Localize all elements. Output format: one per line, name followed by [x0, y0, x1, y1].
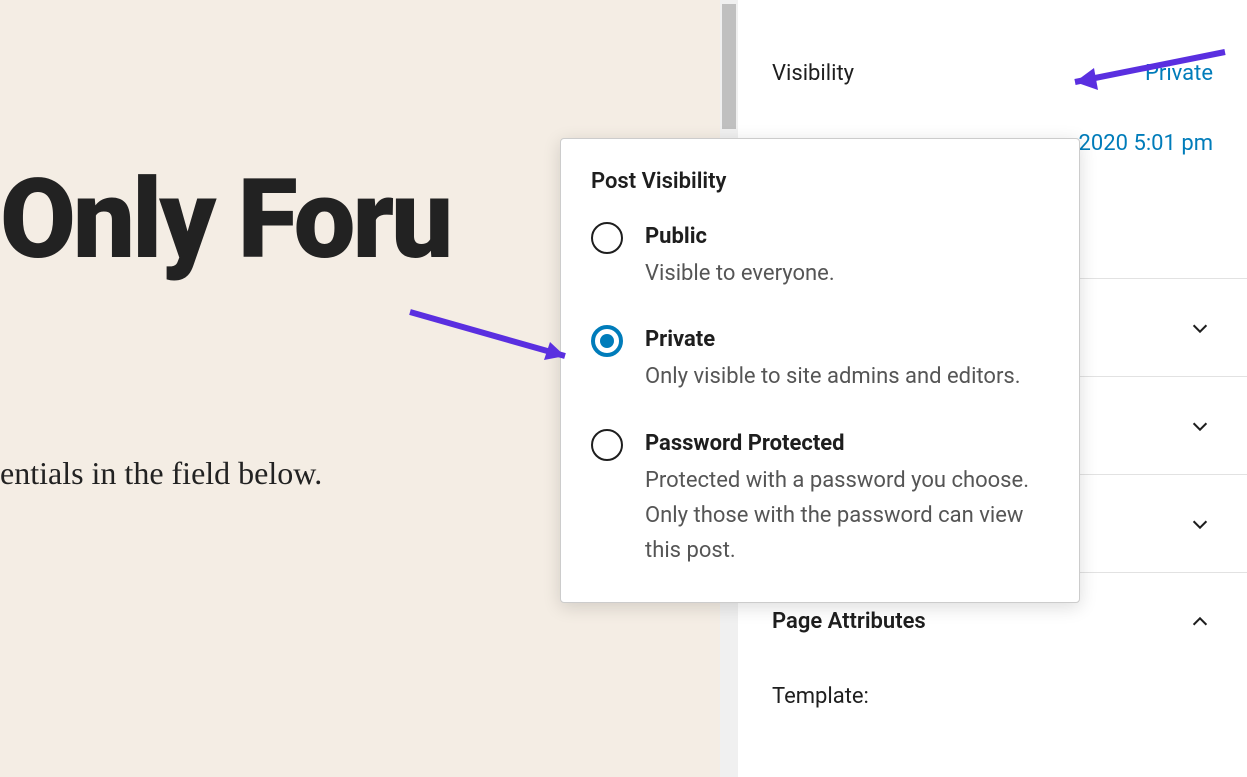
- option-name: Private: [645, 323, 1049, 357]
- option-desc: Protected with a password you choose. On…: [645, 463, 1049, 569]
- popover-title: Post Visibility: [591, 169, 1049, 194]
- radio-public[interactable]: [591, 222, 623, 254]
- scrollbar-thumb[interactable]: [722, 4, 736, 129]
- template-label: Template:: [738, 670, 1247, 709]
- visibility-option-text: Password Protected Protected with a pass…: [645, 427, 1049, 569]
- panel-title: Page Attributes: [772, 609, 926, 634]
- visibility-option-password[interactable]: Password Protected Protected with a pass…: [591, 427, 1049, 569]
- option-name: Password Protected: [645, 427, 1049, 461]
- chevron-down-icon: [1187, 511, 1213, 537]
- visibility-value-link[interactable]: Private: [1145, 61, 1213, 86]
- chevron-up-icon: [1187, 609, 1213, 635]
- radio-private[interactable]: [591, 325, 623, 357]
- visibility-label: Visibility: [772, 61, 854, 86]
- visibility-option-text: Public Visible to everyone.: [645, 220, 1049, 291]
- chevron-down-icon: [1187, 413, 1213, 439]
- option-desc: Visible to everyone.: [645, 256, 1049, 291]
- publish-time-link[interactable]: 2020 5:01 pm: [1079, 131, 1213, 156]
- option-name: Public: [645, 220, 1049, 254]
- chevron-down-icon: [1187, 315, 1213, 341]
- radio-password[interactable]: [591, 429, 623, 461]
- visibility-row: Visibility Private: [738, 38, 1247, 108]
- visibility-option-private[interactable]: Private Only visible to site admins and …: [591, 323, 1049, 394]
- option-desc: Only visible to site admins and editors.: [645, 359, 1049, 394]
- visibility-option-text: Private Only visible to site admins and …: [645, 323, 1049, 394]
- visibility-option-public[interactable]: Public Visible to everyone.: [591, 220, 1049, 291]
- post-visibility-popover: Post Visibility Public Visible to everyo…: [560, 138, 1080, 603]
